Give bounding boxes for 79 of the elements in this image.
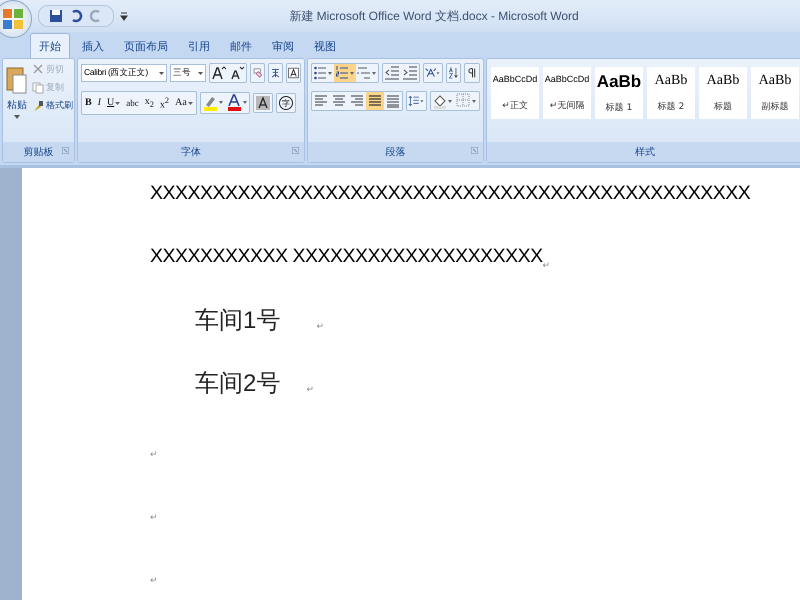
style-preview: AaBbCcDd [544,74,590,84]
style-swatch[interactable]: AaBbCcDd ↵正文 [491,67,539,119]
bullets-button[interactable] [312,64,334,82]
clipboard-icon [6,65,28,95]
style-swatch[interactable]: AaBb 标题 [699,67,747,119]
ribbon-tab[interactable]: 邮件 [222,34,260,58]
paragraph-marks-icon[interactable] [464,63,480,83]
format-button[interactable]: x$_{2}$ [142,92,157,114]
style-name: ↵无间隔 [550,100,584,112]
character-border-icon[interactable] [286,63,301,83]
increase-indent-icon[interactable] [401,64,419,82]
caret-icon [188,102,193,105]
asian-layout-icon[interactable] [423,63,443,83]
paragraph-mark: ↵ [542,260,550,270]
group-label: 字体 [181,146,201,159]
group-label: 样式 [635,146,655,159]
ribbon-tab[interactable]: 页面布局 [116,34,176,58]
grow-font-icon[interactable] [210,64,228,82]
ribbon-tab[interactable]: 视图 [306,34,344,58]
style-name: 标题 [714,100,732,114]
paragraph-mark: ↵ [150,512,158,522]
paragraph-mark: ↵ [150,449,158,459]
format-button[interactable]: U [104,92,124,114]
decrease-indent-icon[interactable] [383,64,401,82]
group-label: 段落 [386,146,406,159]
caret-icon [198,72,203,74]
scissors-icon [32,64,44,76]
phonetic-guide-icon[interactable] [268,63,283,83]
brush-icon [32,100,44,112]
clipboard-command[interactable]: 格式刷 [32,99,73,112]
body-text: XXXXXXXXXXX XXXXXXXXXXXXXXXXXXXX [150,245,543,268]
style-name: 副标题 [762,100,788,114]
style-swatch[interactable]: AaBbCcDd ↵无间隔 [543,67,591,119]
style-preview: AaBb [758,72,792,89]
style-swatch[interactable]: AaBb 副标题 [751,67,799,119]
format-button[interactable]: B [82,92,95,114]
body-text: XXXXXXXXXXXXXXXXXXXXXXXXXXXXXXXXXXXXXXXXXXXXXXXX [150,182,750,205]
group-label: 剪贴板 [24,146,54,159]
office-button[interactable] [0,0,32,38]
sort-icon[interactable] [446,63,462,83]
paragraph-mark: ↵ [316,321,324,331]
format-button[interactable]: I [94,92,104,114]
format-button[interactable]: Aa [172,92,196,114]
style-preview: AaBbCcDd [492,74,538,84]
ribbon-tab[interactable]: 开始 [30,33,70,58]
align-justify-button[interactable] [366,92,384,110]
style-name: ↵正文 [502,100,528,112]
numbering-button[interactable] [334,64,356,82]
style-preview: AaBb [596,72,642,92]
body-text: 车间2号 [195,368,280,398]
logo-icon [1,7,25,31]
ribbon-tab[interactable]: 引用 [180,34,218,58]
style-preview: AaBb [706,72,740,89]
paragraph-mark: ↵ [150,575,158,585]
style-preview: AaBb [654,72,688,89]
ribbon-tab[interactable]: 插入 [74,34,112,58]
copy-icon [32,82,44,94]
character-shading-icon[interactable] [252,93,273,114]
paste-button[interactable]: 粘贴 [4,63,30,142]
customize-caret-icon[interactable] [120,11,128,21]
caret-icon [14,115,20,119]
body-text: 车间1号 [195,306,280,336]
style-swatch[interactable]: AaBb 标题 2 [647,67,695,119]
style-name: 标题 1 [606,102,632,114]
line-spacing-icon[interactable] [406,91,427,111]
style-swatch[interactable]: AaBb 标题 1 [595,67,643,119]
paragraph-mark: ↵ [306,384,314,394]
ribbon-tab[interactable]: 审阅 [264,34,302,58]
font-size-field[interactable]: 三号 [170,64,206,82]
save-icon[interactable] [49,9,63,23]
format-button[interactable]: abc [123,92,142,114]
window-title: 新建 Microsoft Office Word 文档.docx - Microsoft Word [288,8,580,24]
font-name-field[interactable]: Calibri (西文正文) [81,64,167,82]
style-name: 标题 2 [658,100,684,114]
caret-icon [115,102,120,105]
enclose-character-button[interactable]: 字 [276,93,296,114]
caret-icon [159,72,164,74]
format-button[interactable]: x$^{2}$ [156,92,172,114]
eraser-icon[interactable] [250,63,265,83]
